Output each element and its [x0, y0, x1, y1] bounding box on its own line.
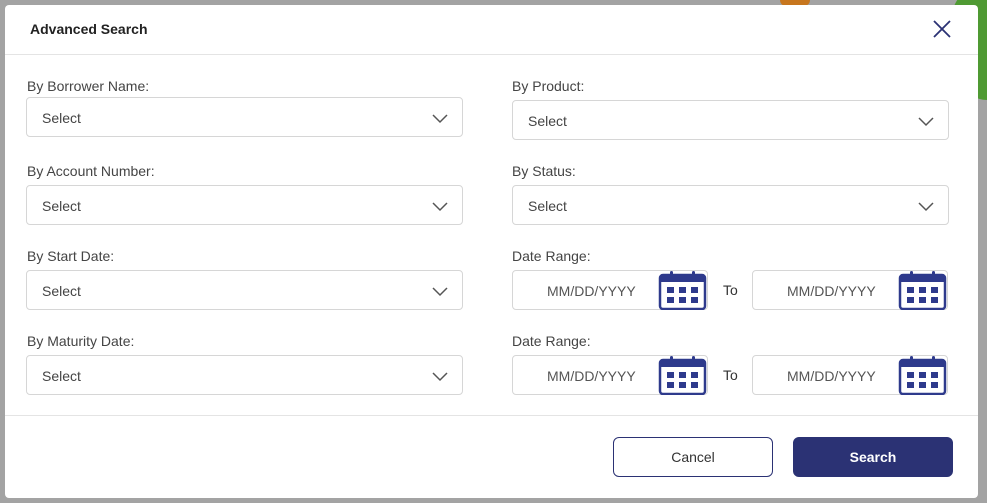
advanced-search-dialog: Advanced Search By Borrower Name: Select…	[5, 5, 978, 498]
cancel-button[interactable]: Cancel	[613, 437, 773, 477]
borrower-name-select[interactable]: Select	[26, 97, 463, 137]
calendar-icon[interactable]	[897, 270, 947, 310]
dialog-footer: Cancel Search	[5, 415, 978, 498]
chevron-down-icon	[918, 117, 934, 127]
chevron-down-icon	[432, 372, 448, 382]
maturity-date-value: Select	[42, 368, 81, 384]
product-label: By Product:	[512, 78, 585, 94]
chevron-down-icon	[918, 202, 934, 212]
calendar-icon[interactable]	[897, 355, 947, 395]
date-range-1-to-input[interactable]: MM/DD/YYYY	[752, 270, 948, 310]
close-button[interactable]	[932, 19, 952, 39]
date-range-2-to-input[interactable]: MM/DD/YYYY	[752, 355, 948, 395]
date-range-2-from-placeholder: MM/DD/YYYY	[547, 368, 636, 384]
chevron-down-icon	[432, 202, 448, 212]
start-date-label: By Start Date:	[27, 248, 115, 264]
date-range-1-to-label: To	[723, 282, 738, 298]
account-number-select[interactable]: Select	[26, 185, 463, 225]
status-label: By Status:	[512, 163, 576, 179]
calendar-icon[interactable]	[657, 270, 707, 310]
chevron-down-icon	[432, 114, 448, 124]
status-select[interactable]: Select	[512, 185, 949, 225]
calendar-icon[interactable]	[657, 355, 707, 395]
start-date-select[interactable]: Select	[26, 270, 463, 310]
date-range-1-to-placeholder: MM/DD/YYYY	[787, 283, 876, 299]
borrower-name-label: By Borrower Name:	[27, 78, 150, 94]
date-range-1-from-input[interactable]: MM/DD/YYYY	[512, 270, 708, 310]
account-number-value: Select	[42, 198, 81, 214]
account-number-label: By Account Number:	[27, 163, 155, 179]
date-range-2-to-placeholder: MM/DD/YYYY	[787, 368, 876, 384]
close-icon	[933, 20, 951, 38]
maturity-date-select[interactable]: Select	[26, 355, 463, 395]
search-button[interactable]: Search	[793, 437, 953, 477]
product-select[interactable]: Select	[512, 100, 949, 140]
date-range-2-to-label: To	[723, 367, 738, 383]
date-range-2-from-input[interactable]: MM/DD/YYYY	[512, 355, 708, 395]
date-range-2-label: Date Range:	[512, 333, 591, 349]
dialog-title: Advanced Search	[30, 21, 148, 37]
maturity-date-label: By Maturity Date:	[27, 333, 135, 349]
date-range-1-from-placeholder: MM/DD/YYYY	[547, 283, 636, 299]
date-range-1-label: Date Range:	[512, 248, 591, 264]
dialog-header: Advanced Search	[5, 5, 978, 55]
borrower-name-value: Select	[42, 110, 81, 126]
chevron-down-icon	[432, 287, 448, 297]
status-value: Select	[528, 198, 567, 214]
start-date-value: Select	[42, 283, 81, 299]
product-value: Select	[528, 113, 567, 129]
